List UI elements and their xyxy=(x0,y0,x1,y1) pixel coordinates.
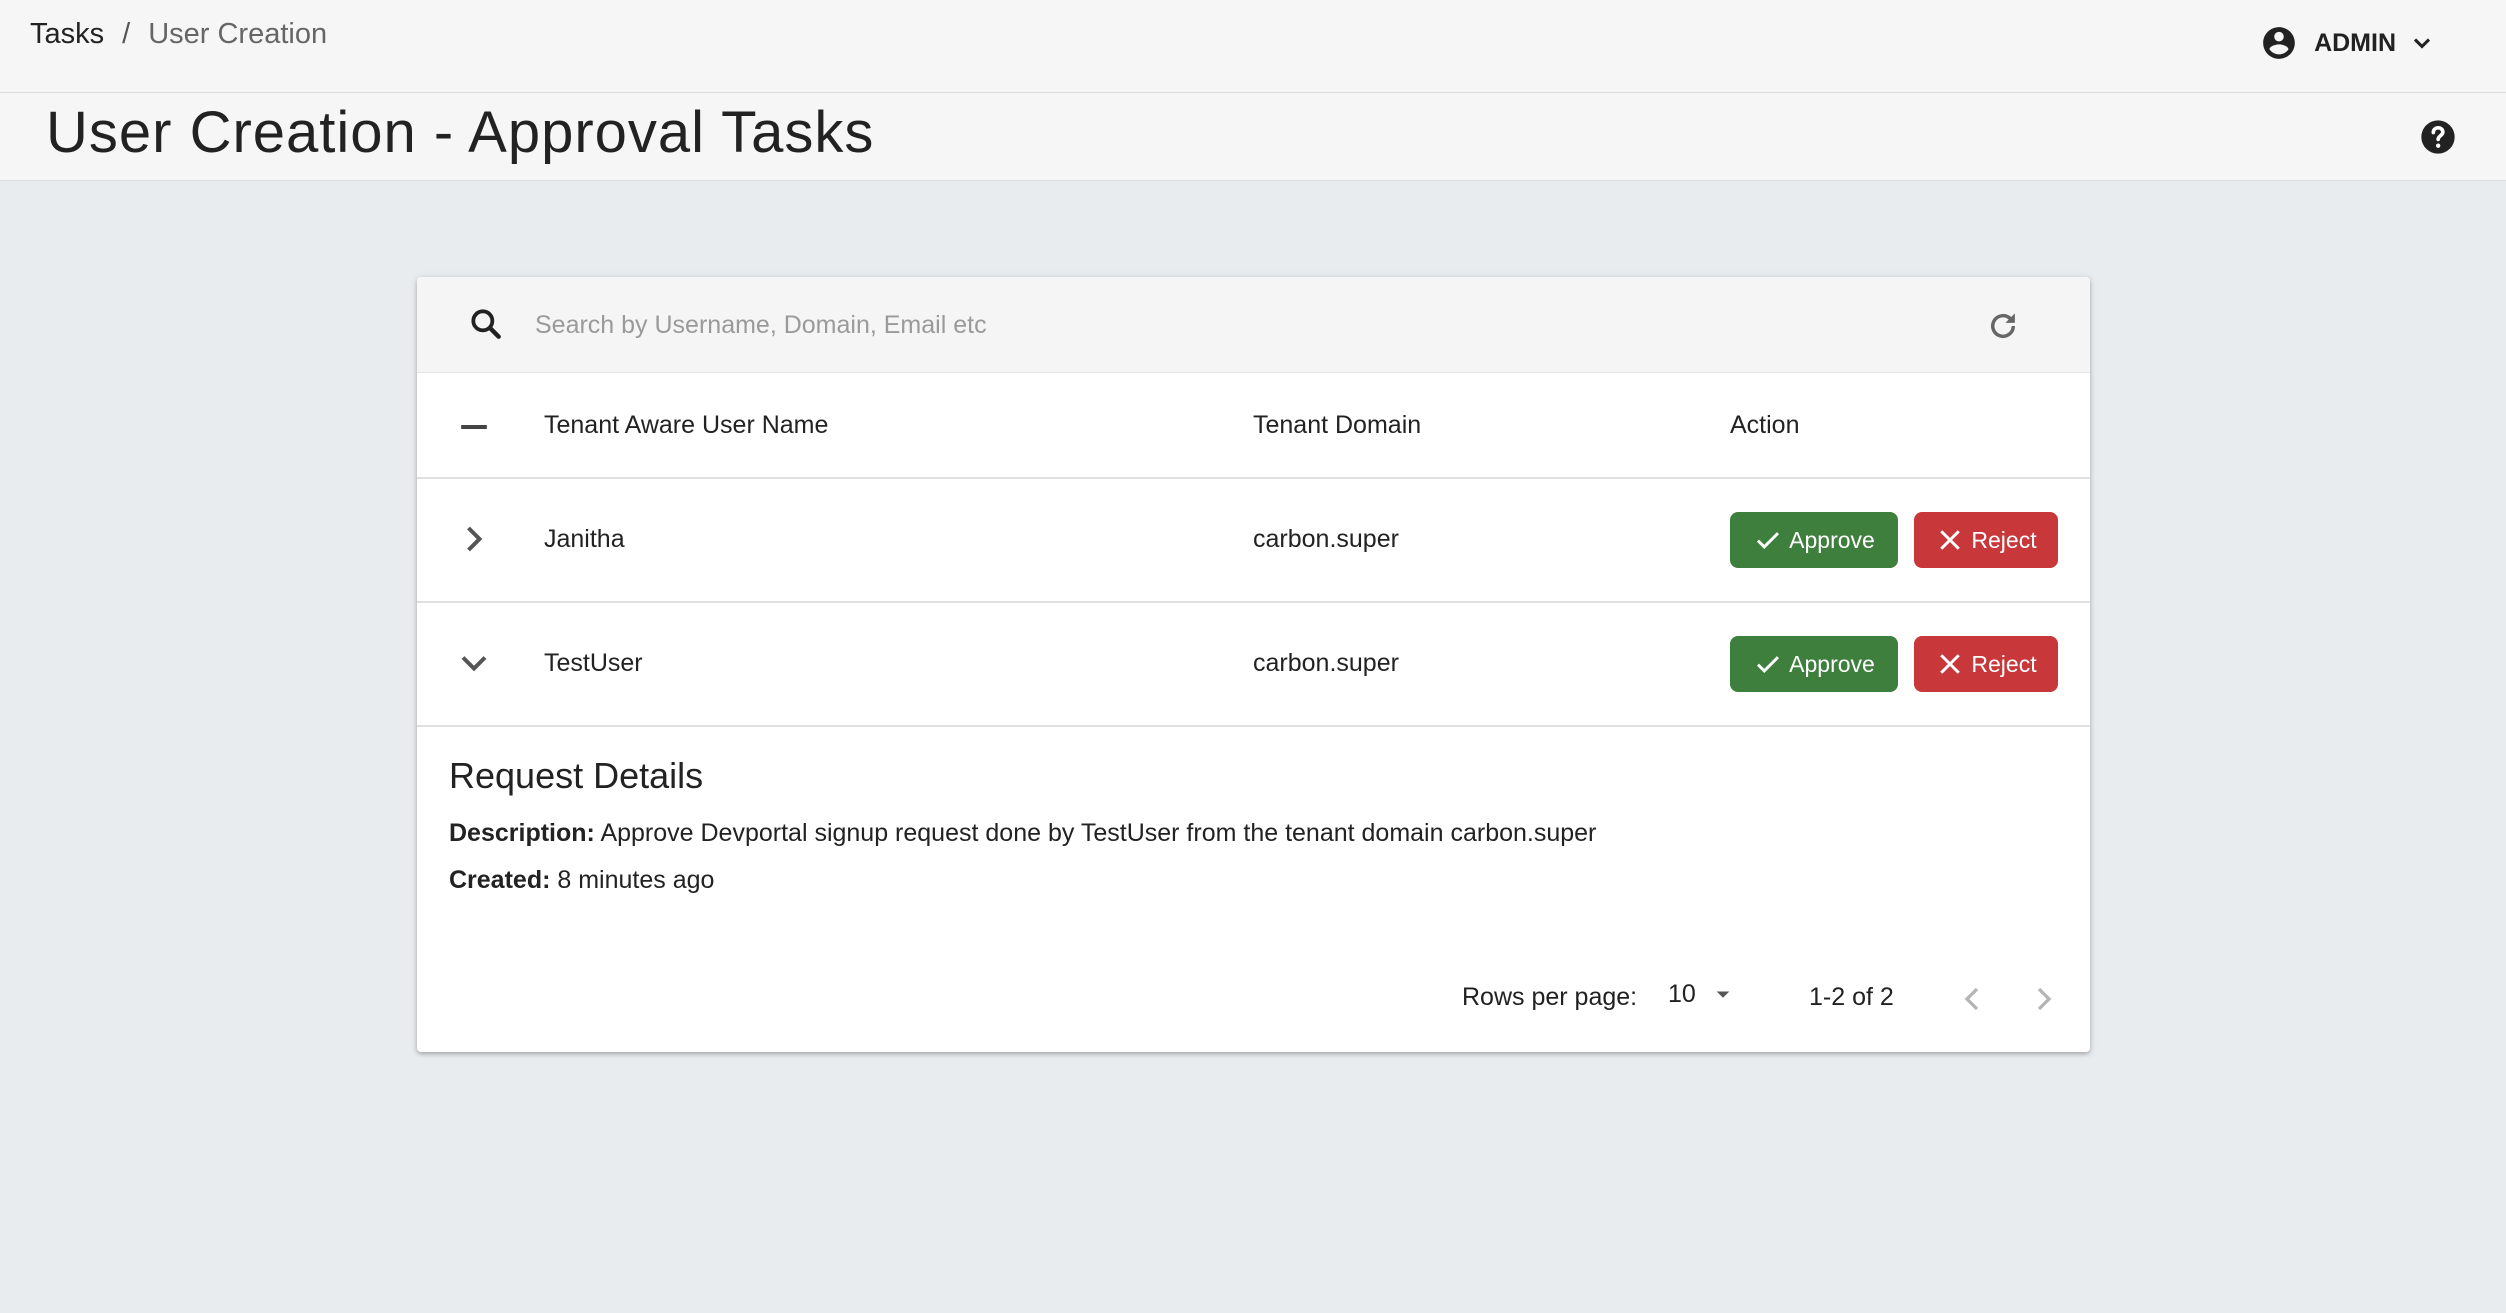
page-title: User Creation - Approval Tasks xyxy=(46,100,875,165)
breadcrumb-current: User Creation xyxy=(148,18,328,50)
top-bar: Tasks / User Creation ADMIN xyxy=(0,0,2506,93)
collapse-all-icon[interactable] xyxy=(452,405,496,449)
request-details-title: Request Details xyxy=(449,755,704,796)
description-label: Description: xyxy=(449,819,595,847)
username-cell: Janitha xyxy=(544,525,625,553)
breadcrumb-tasks-link[interactable]: Tasks xyxy=(30,18,104,51)
table-row: Janitha carbon.super Approve Reject xyxy=(417,479,2090,603)
description-line: Description: Approve Devportal signup re… xyxy=(449,819,1596,848)
approve-button[interactable]: Approve xyxy=(1730,512,1898,568)
help-icon[interactable] xyxy=(2418,117,2458,157)
account-circle-icon xyxy=(2263,27,2295,59)
description-text: Approve Devportal signup request done by… xyxy=(600,819,1597,847)
reject-label: Reject xyxy=(1971,650,2037,677)
approve-label: Approve xyxy=(1789,526,1875,553)
column-header-username[interactable]: Tenant Aware User Name xyxy=(544,411,828,440)
chevron-down-icon xyxy=(2413,38,2431,49)
rows-per-page-value: 10 xyxy=(1668,979,1696,1008)
chevron-down-icon[interactable] xyxy=(452,641,496,685)
created-text: 8 minutes ago xyxy=(557,866,715,894)
title-bar: User Creation - Approval Tasks xyxy=(0,93,2506,181)
rows-per-page-select[interactable]: 10 xyxy=(1668,979,1738,1009)
user-menu[interactable]: ADMIN xyxy=(2260,24,2436,62)
created-label: Created: xyxy=(449,866,551,894)
breadcrumb: Tasks / User Creation xyxy=(30,18,327,51)
column-header-action: Action xyxy=(1730,411,1800,439)
chevron-right-icon[interactable] xyxy=(452,517,496,561)
chevron-right-icon[interactable] xyxy=(2024,979,2064,1019)
request-details: Request Details Description: Approve Dev… xyxy=(449,755,1596,913)
chevron-left-icon[interactable] xyxy=(1952,979,1992,1019)
pagination: Rows per page: 10 1-2 of 2 xyxy=(417,967,2090,1027)
created-line: Created: 8 minutes ago xyxy=(449,866,1596,895)
user-name: ADMIN xyxy=(2314,28,2396,57)
domain-cell: carbon.super xyxy=(1253,649,1399,677)
column-header-domain[interactable]: Tenant Domain xyxy=(1253,411,1421,440)
username-cell: TestUser xyxy=(544,649,643,677)
breadcrumb-separator: / xyxy=(122,18,131,50)
close-icon xyxy=(1940,654,1961,674)
reject-button[interactable]: Reject xyxy=(1914,512,2058,568)
domain-cell: carbon.super xyxy=(1253,525,1399,553)
search-bar xyxy=(417,277,2090,373)
search-input[interactable] xyxy=(535,299,1835,351)
dropdown-arrow-icon xyxy=(1716,991,1730,998)
check-icon xyxy=(1757,656,1780,673)
refresh-icon[interactable] xyxy=(1984,307,2022,345)
table-row: TestUser carbon.super Approve Reject xyxy=(417,603,2090,727)
reject-button[interactable]: Reject xyxy=(1914,636,2058,692)
pagination-range: 1-2 of 2 xyxy=(1809,983,1894,1011)
rows-per-page-label: Rows per page: xyxy=(1462,983,1638,1011)
approval-tasks-card: Tenant Aware User Name Tenant Domain Act… xyxy=(417,277,2090,1052)
approve-button[interactable]: Approve xyxy=(1730,636,1898,692)
table-header: Tenant Aware User Name Tenant Domain Act… xyxy=(417,373,2090,479)
reject-label: Reject xyxy=(1971,526,2037,553)
search-icon xyxy=(471,309,501,339)
check-icon xyxy=(1757,532,1780,549)
close-icon xyxy=(1940,530,1961,550)
approve-label: Approve xyxy=(1789,650,1875,677)
